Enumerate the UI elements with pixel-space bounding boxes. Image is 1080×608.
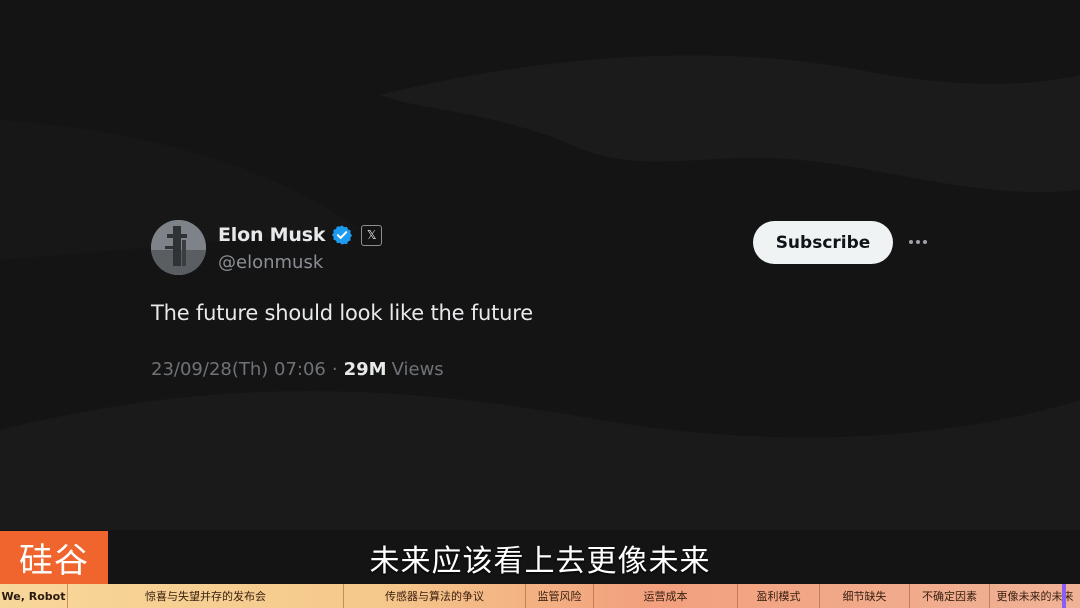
chapter-bar: We, Robot 惊喜与失望并存的发布会 传感器与算法的争议 监管风险 运营成… (0, 584, 1080, 608)
chapter-segment[interactable]: 盈利模式 (738, 584, 820, 608)
author-name[interactable]: Elon Musk (218, 224, 325, 246)
tweet-timestamp[interactable]: 23/09/28(Th) 07:06 (151, 359, 326, 380)
chapter-segment[interactable]: 监管风险 (526, 584, 594, 608)
views-label: Views (391, 359, 444, 380)
chapter-segment[interactable]: 传感器与算法的争议 (344, 584, 526, 608)
views-count: 29M (343, 359, 387, 380)
tweet-card: Elon Musk 𝕏 @elonmusk Subscribe The futu… (0, 0, 1080, 530)
chapter-segment[interactable]: 运营成本 (594, 584, 738, 608)
chapter-segment[interactable]: 更像未来的未来 (990, 584, 1080, 608)
verified-badge-icon (332, 225, 353, 245)
chapter-segment[interactable]: 惊喜与失望并存的发布会 (68, 584, 344, 608)
subscribe-button[interactable]: Subscribe (753, 221, 893, 264)
meta-separator: · (331, 359, 338, 380)
x-logo-icon: 𝕏 (361, 224, 383, 246)
author-row: Elon Musk 𝕏 (218, 221, 383, 249)
more-horizontal-icon[interactable] (905, 232, 931, 252)
tweet-text: The future should look like the future (151, 301, 533, 325)
playback-progress-marker[interactable] (1062, 584, 1066, 608)
chapter-segment[interactable]: 不确定因素 (910, 584, 990, 608)
tweet-meta: 23/09/28(Th) 07:06 · 29M Views (151, 359, 444, 380)
video-frame: Elon Musk 𝕏 @elonmusk Subscribe The futu… (0, 0, 1080, 608)
chapter-segment[interactable]: 细节缺失 (820, 584, 910, 608)
chapter-segment[interactable]: We, Robot (0, 584, 68, 608)
avatar[interactable] (151, 220, 206, 275)
author-handle[interactable]: @elonmusk (218, 252, 323, 273)
subtitle-text: 未来应该看上去更像未来 (369, 543, 711, 579)
